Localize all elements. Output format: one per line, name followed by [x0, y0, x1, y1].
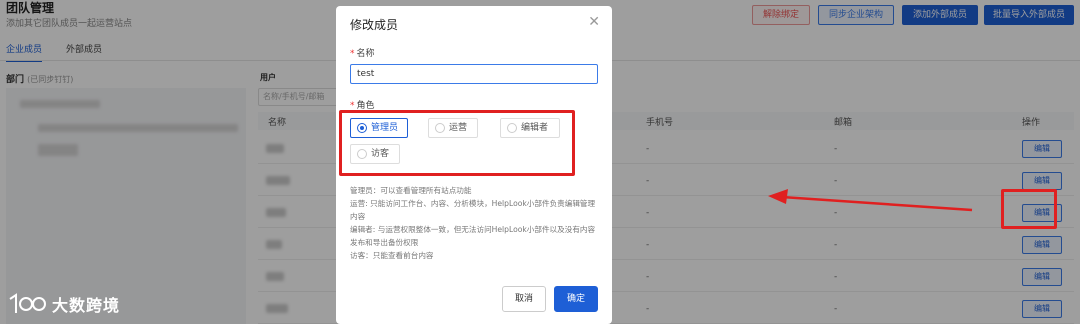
role-desc-admin: 管理员：可以查看管理所有站点功能	[350, 186, 472, 195]
annotation-arrow-icon	[768, 189, 973, 212]
dialog-title: 修改成员	[350, 18, 399, 32]
role-desc-operator: 运营: 只能访问工作台、内容、分析模块，HelpLook小部件负责编辑管理内容	[350, 199, 596, 221]
cancel-button[interactable]: 取消	[502, 286, 546, 312]
name-input[interactable]	[350, 64, 598, 84]
close-icon[interactable]: ✕	[588, 14, 600, 30]
role-desc-editor: 编辑者: 与运营权限整体一致，但无法访问HelpLook小部件以及没有内容发布和…	[350, 225, 596, 247]
confirm-button[interactable]: 确定	[554, 286, 598, 312]
watermark: 大数跨境	[8, 292, 120, 316]
role-descriptions: 管理员：可以查看管理所有站点功能 运营: 只能访问工作台、内容、分析模块，Hel…	[350, 184, 602, 262]
annotation-highlight-edit	[1001, 189, 1057, 229]
role-desc-visitor: 访客：只能查看前台内容	[350, 251, 434, 260]
name-label: * 名称	[350, 46, 375, 59]
watermark-logo-icon	[9, 293, 46, 313]
required-mark: *	[350, 49, 355, 59]
watermark-text: 大数跨境	[52, 296, 121, 315]
annotation-highlight-roles	[339, 110, 575, 176]
name-label-text: 名称	[356, 49, 375, 59]
